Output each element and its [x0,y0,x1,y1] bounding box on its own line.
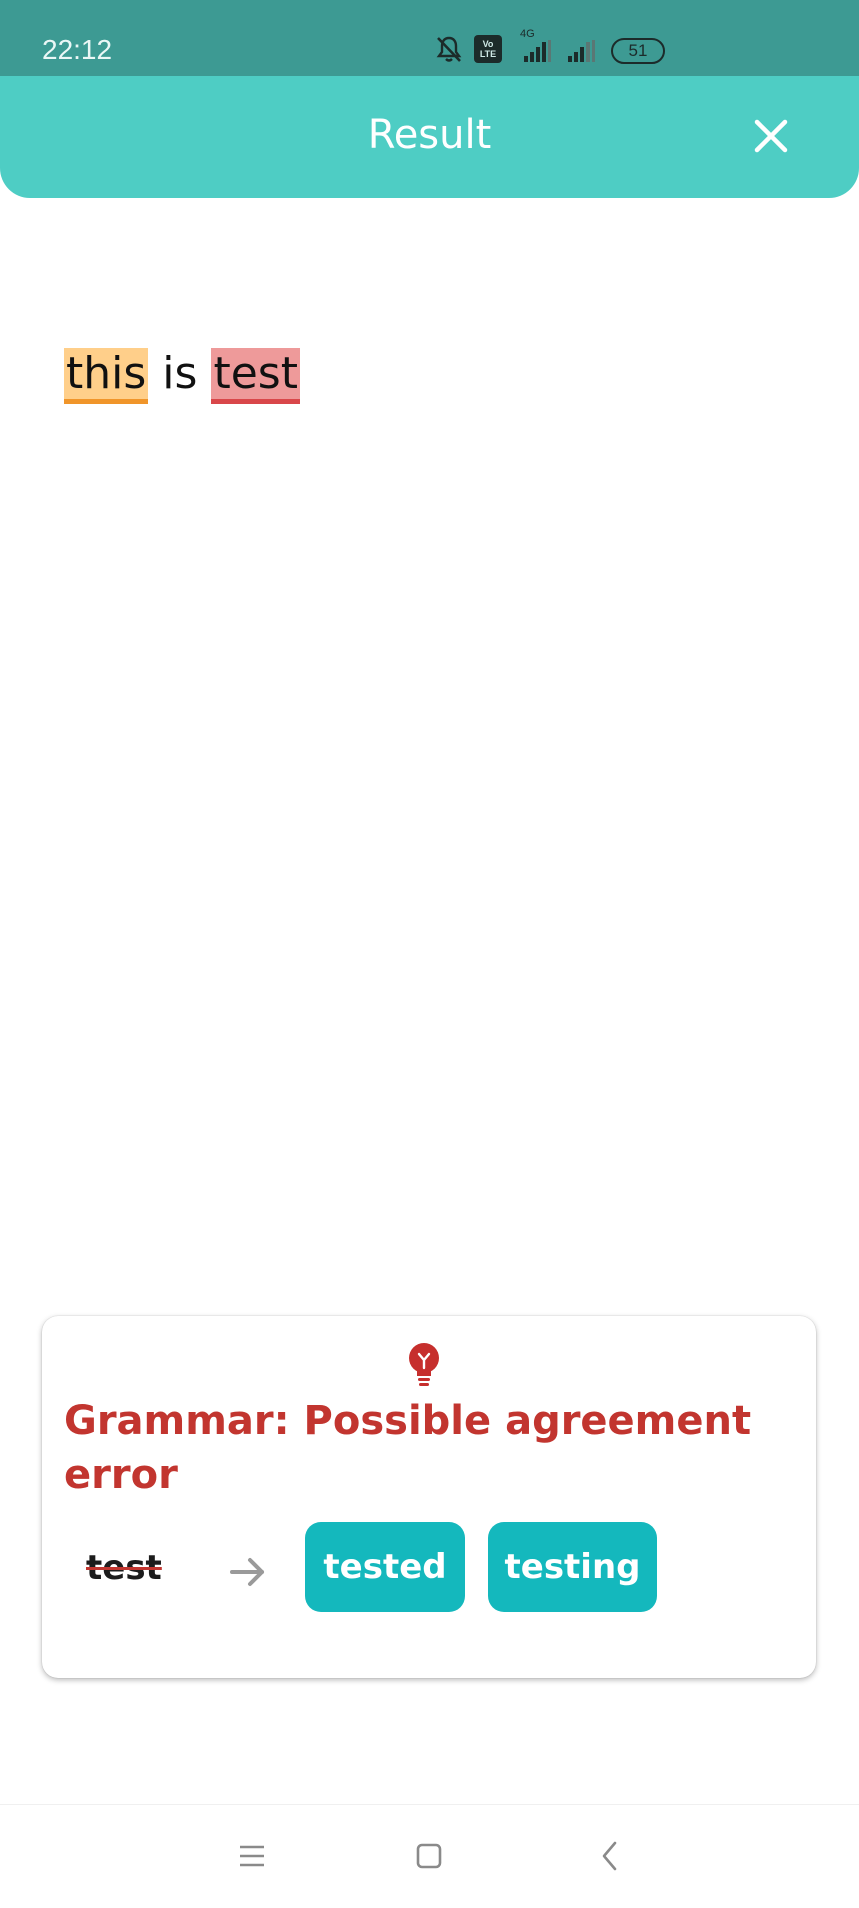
original-word: test [86,1548,162,1588]
nav-home-button[interactable] [407,1835,451,1879]
suggestion-button-testing[interactable]: testing [488,1522,657,1612]
signal-icon [568,40,595,62]
bell-muted-icon [436,36,462,62]
suggestion-card: Grammar: Possible agreement error test t… [42,1316,816,1678]
volte-label-top: Vo [482,39,494,49]
result-text: this is test [64,344,300,404]
status-icons: Vo LTE 4G [434,28,602,64]
status-time: 22:12 [42,34,113,65]
lightbulb-icon [409,1343,439,1386]
close-button[interactable] [747,112,795,160]
highlight-word-error[interactable]: test [211,348,300,404]
nav-menu-button[interactable] [230,1835,274,1879]
close-icon [754,119,788,153]
app-bar: Result [0,76,859,198]
battery-level: 51 [628,41,648,60]
back-chevron-icon [602,1841,617,1871]
suggestion-title: Grammar: Possible agreement error [64,1398,752,1498]
plain-word: is [162,348,198,399]
app-root: 22:12 Vo LTE 4G 51 Result this is test G… [0,0,859,1908]
status-bar: 22:12 Vo LTE 4G 51 [0,0,859,76]
suggestion-button-tested[interactable]: tested [305,1522,465,1612]
arrow-right-icon [230,1558,264,1586]
nav-back-button[interactable] [588,1835,632,1879]
menu-icon [240,1845,264,1867]
volte-badge: Vo LTE [474,35,502,63]
home-square-icon [416,1843,442,1869]
navigation-bar [0,1804,859,1908]
signal-4g-icon: 4G [512,28,556,64]
highlight-word-warning[interactable]: this [64,348,149,404]
battery-indicator: 51 [611,38,665,64]
page-title: Result [367,112,492,158]
volte-label-bottom: LTE [479,49,497,59]
